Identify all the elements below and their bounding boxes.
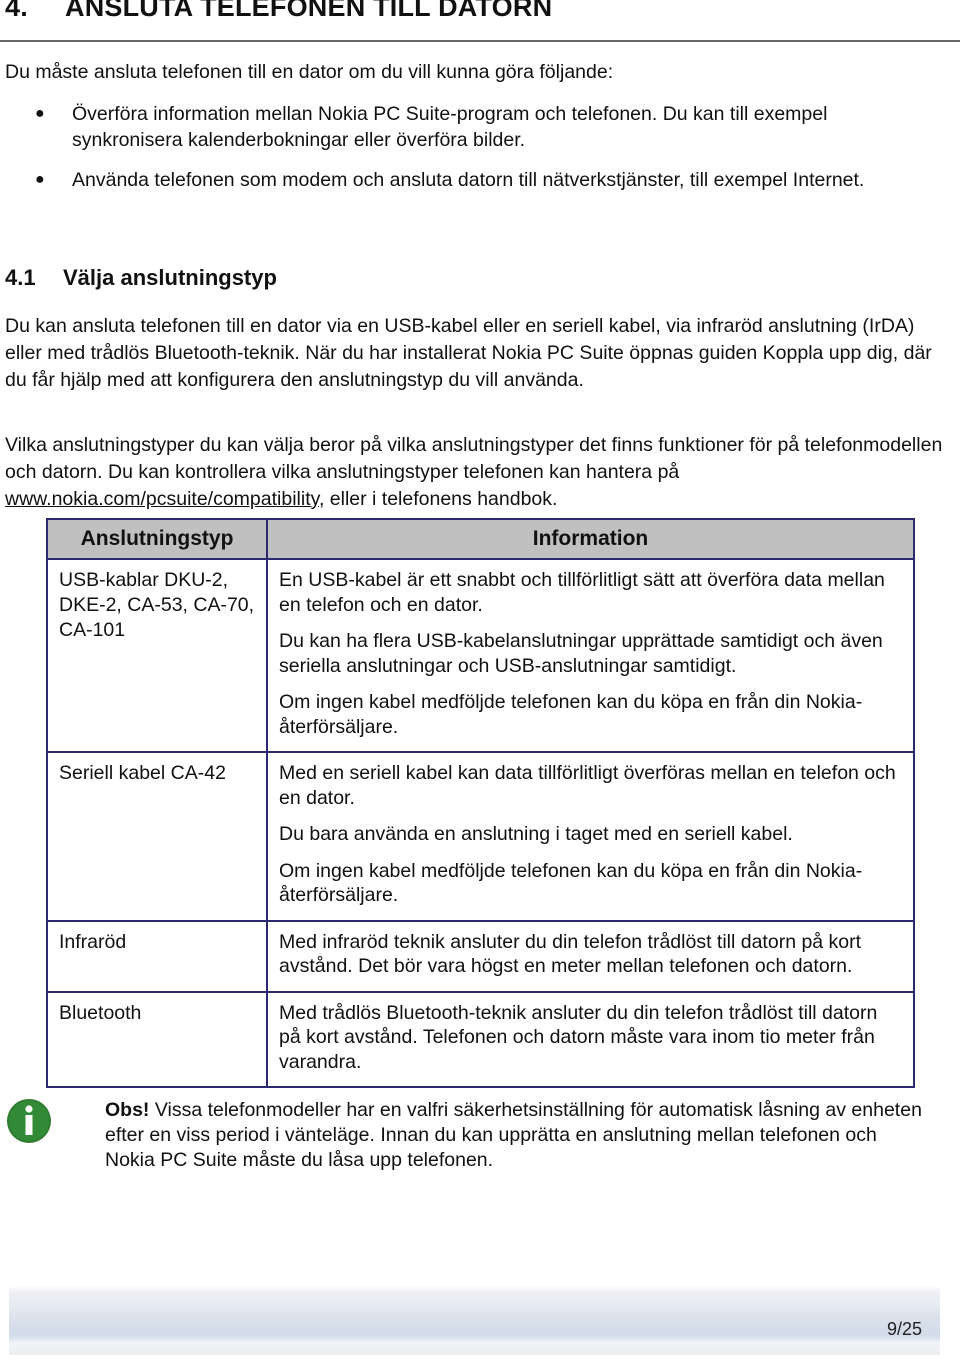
table-header-row: Anslutningstyp Information: [46, 518, 915, 560]
section-number: 4.1: [5, 265, 36, 290]
table-row: Seriell kabel CA-42 Med en seriell kabel…: [46, 751, 915, 922]
chapter-heading: 4. ANSLUTA TELEFONEN TILL DATORN: [5, 0, 552, 23]
info-paragraph: Med trådlös Bluetooth-teknik ansluter du…: [279, 1001, 878, 1073]
note-label: Obs!: [105, 1099, 150, 1121]
info-paragraph: Om ingen kabel medföljde telefonen kan d…: [279, 691, 863, 738]
bullet-text: Använda telefonen som modem och ansluta …: [72, 169, 865, 191]
note-box: Obs! Vissa telefonmodeller har en valfri…: [105, 1098, 925, 1173]
connection-type-cell: Infraröd: [46, 919, 268, 993]
column-header-info: Information: [266, 518, 915, 560]
connection-info-cell: Med en seriell kabel kan data tillförlit…: [266, 751, 915, 922]
note-text: Vissa telefonmodeller har en valfri säke…: [105, 1099, 922, 1171]
bullet-item: ● Överföra information mellan Nokia PC S…: [0, 101, 932, 153]
section-heading: 4.1 Välja anslutningstyp: [5, 265, 277, 291]
connection-info-cell: En USB-kabel är ett snabbt och tillförli…: [266, 558, 915, 753]
bullet-list: ● Överföra information mellan Nokia PC S…: [0, 101, 960, 207]
paragraph-compatibility: Vilka anslutningstyper du kan välja bero…: [5, 432, 955, 512]
paragraph-text: Vilka anslutningstyper du kan välja bero…: [5, 434, 943, 483]
connection-type-cell: Seriell kabel CA-42: [46, 751, 268, 922]
info-paragraph: Du kan ha flera USB-kabelanslutningar up…: [279, 630, 883, 677]
table-row: Infraröd Med infraröd teknik ansluter du…: [46, 919, 915, 993]
bullet-icon: ●: [35, 171, 45, 188]
paragraph-connection-types: Du kan ansluta telefonen till en dator v…: [5, 315, 932, 391]
paragraph-text: , eller i telefonens handbok.: [318, 487, 558, 510]
connection-type-cell: Bluetooth: [46, 990, 268, 1088]
compatibility-link[interactable]: www.nokia.com/pcsuite/compatibility: [5, 488, 319, 510]
bullet-item: ● Använda telefonen som modem och anslut…: [0, 167, 932, 193]
info-icon: [6, 1098, 52, 1144]
section-title: Välja anslutningstyp: [63, 265, 277, 290]
heading-rule: [0, 40, 960, 42]
bullet-text: Överföra information mellan Nokia PC Sui…: [72, 103, 828, 151]
chapter-number: 4.: [5, 0, 28, 22]
info-paragraph: Med en seriell kabel kan data tillförlit…: [279, 762, 896, 809]
info-paragraph: En USB-kabel är ett snabbt och tillförli…: [279, 569, 885, 616]
connection-types-table: Anslutningstyp Information USB-kablar DK…: [46, 518, 915, 1088]
info-paragraph: Med infraröd teknik ansluter du din tele…: [279, 930, 862, 978]
page-footer: 9/25: [9, 1287, 940, 1355]
column-header-type: Anslutningstyp: [46, 518, 268, 560]
connection-info-cell: Med infraröd teknik ansluter du din tele…: [266, 919, 915, 993]
page-number: 9/25: [886, 1319, 922, 1339]
table-row: USB-kablar DKU-2, DKE-2, CA-53, CA-70, C…: [46, 558, 915, 753]
chapter-title: ANSLUTA TELEFONEN TILL DATORN: [65, 0, 553, 22]
table-row: Bluetooth Med trådlös Bluetooth-teknik a…: [46, 990, 915, 1088]
connection-info-cell: Med trådlös Bluetooth-teknik ansluter du…: [266, 990, 915, 1088]
info-paragraph: Du bara använda en anslutning i taget me…: [279, 823, 793, 845]
info-paragraph: Om ingen kabel medföljde telefonen kan d…: [279, 859, 863, 907]
intro-text: Du måste ansluta telefonen till en dator…: [5, 61, 614, 83]
connection-type-cell: USB-kablar DKU-2, DKE-2, CA-53, CA-70, C…: [46, 558, 268, 753]
bullet-icon: ●: [35, 105, 45, 122]
